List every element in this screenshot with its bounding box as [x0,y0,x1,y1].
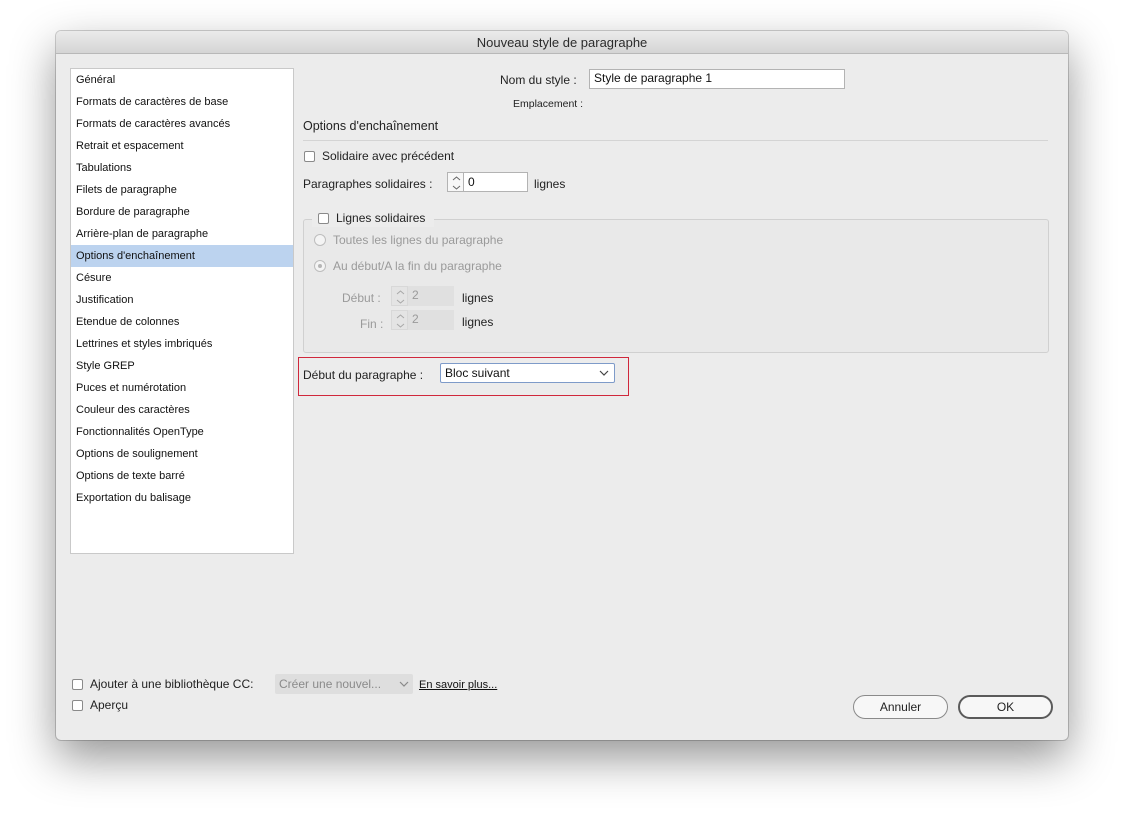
keep-with-previous-checkbox[interactable] [304,151,315,162]
sidebar-item-bullets-numbering[interactable]: Puces et numérotation [71,377,293,399]
keep-with-next-unit: lignes [534,177,566,191]
start-end-radio[interactable] [314,260,326,272]
window-title: Nouveau style de paragraphe [476,35,648,50]
start-end-label: Au début/A la fin du paragraphe [333,259,502,273]
sidebar-item-hyphenation[interactable]: Césure [71,267,293,289]
preview-checkbox[interactable] [72,700,83,711]
sidebar-item-span-columns[interactable]: Etendue de colonnes [71,311,293,333]
cc-library-checkbox[interactable] [72,679,83,690]
start-lines-unit: lignes [462,291,494,305]
cancel-button[interactable]: Annuler [853,695,948,719]
keep-with-previous-label: Solidaire avec précédent [322,149,455,163]
cc-library-dropdown[interactable]: Créer une nouvel... [275,674,413,694]
ok-button[interactable]: OK [958,695,1053,719]
keep-lines-label: Lignes solidaires [336,211,426,225]
chevron-down-icon [399,681,409,687]
all-lines-radio[interactable] [314,234,326,246]
cc-library-label: Ajouter à une bibliothèque CC: [90,677,254,691]
category-list: Général Formats de caractères de base Fo… [70,68,294,554]
dialog-window: Nouveau style de paragraphe Général Form… [56,31,1068,740]
keep-lines-checkbox[interactable] [318,213,329,224]
start-lines-label: Début : [342,291,381,305]
sidebar-item-drop-caps[interactable]: Lettrines et styles imbriqués [71,333,293,355]
start-paragraph-value: Bloc suivant [445,366,510,380]
start-paragraph-select[interactable]: Bloc suivant [440,363,615,383]
title-bar: Nouveau style de paragraphe [56,31,1068,54]
keep-with-next-stepper[interactable] [447,172,464,192]
chevron-down-icon [599,370,609,376]
all-lines-label: Toutes les lignes du paragraphe [333,233,504,247]
sidebar-item-tabs[interactable]: Tabulations [71,157,293,179]
sidebar-item-justification[interactable]: Justification [71,289,293,311]
stepper-arrows-icon [452,176,461,190]
sidebar-item-opentype-features[interactable]: Fonctionnalités OpenType [71,421,293,443]
end-lines-label: Fin : [360,317,384,331]
sidebar-item-indents-spacing[interactable]: Retrait et espacement [71,135,293,157]
start-lines-input[interactable]: 2 [408,286,454,306]
cc-library-placeholder: Créer une nouvel... [279,677,382,691]
keep-with-next-input[interactable]: 0 [464,172,528,192]
sidebar-item-paragraph-shading[interactable]: Arrière-plan de paragraphe [71,223,293,245]
stepper-arrows-icon [396,314,405,328]
sidebar-item-general[interactable]: Général [71,69,293,91]
sidebar-item-paragraph-rules[interactable]: Filets de paragraphe [71,179,293,201]
sidebar-item-strikethrough-options[interactable]: Options de texte barré [71,465,293,487]
sidebar-item-paragraph-border[interactable]: Bordure de paragraphe [71,201,293,223]
sidebar-item-advanced-character-formats[interactable]: Formats de caractères avancés [71,113,293,135]
end-lines-unit: lignes [462,315,494,329]
end-lines-stepper[interactable] [391,310,408,330]
sidebar-item-basic-character-formats[interactable]: Formats de caractères de base [71,91,293,113]
location-label: Emplacement : [513,98,584,110]
sidebar-item-keep-options[interactable]: Options d'enchaînement [71,245,293,267]
start-paragraph-label: Début du paragraphe : [303,368,424,382]
learn-more-link[interactable]: En savoir plus... [419,679,497,691]
sidebar-item-character-color[interactable]: Couleur des caractères [71,399,293,421]
preview-label: Aperçu [90,698,129,712]
sidebar-item-grep-style[interactable]: Style GREP [71,355,293,377]
style-name-input[interactable]: Style de paragraphe 1 [589,69,845,89]
sidebar-item-underline-options[interactable]: Options de soulignement [71,443,293,465]
style-name-label: Nom du style : [500,73,577,87]
start-lines-stepper[interactable] [391,286,408,306]
end-lines-input[interactable]: 2 [408,310,454,330]
sidebar-item-export-tagging[interactable]: Exportation du balisage [71,487,293,509]
section-divider [303,140,1048,141]
stepper-arrows-icon [396,290,405,304]
section-title: Options d'enchaînement [303,119,439,133]
keep-with-next-label: Paragraphes solidaires : [303,177,433,191]
